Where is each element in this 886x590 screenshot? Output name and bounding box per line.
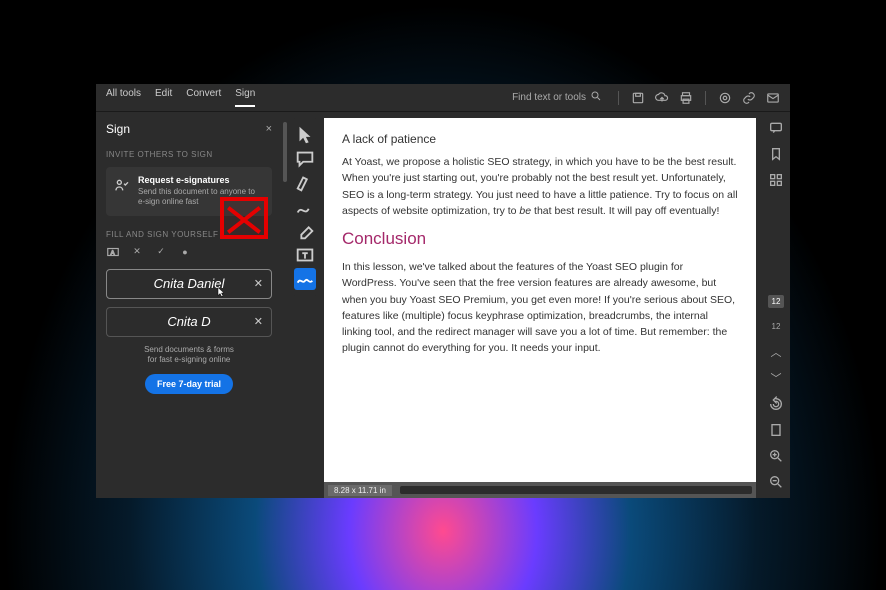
fill-tools: A ✕ ✓ ● bbox=[106, 245, 272, 259]
page-down-icon[interactable]: ﹀ bbox=[768, 370, 784, 386]
red-x-annotation bbox=[220, 197, 268, 239]
signature-item-1[interactable]: Cnita Daniel ✕ bbox=[106, 269, 272, 299]
request-title: Request e-signatures bbox=[138, 175, 264, 185]
erase-tool-icon[interactable] bbox=[294, 220, 316, 242]
invite-label: INVITE OTHERS TO SIGN bbox=[106, 150, 272, 159]
heading-conclusion: Conclusion bbox=[342, 229, 738, 249]
chat-panel-icon[interactable] bbox=[768, 120, 784, 136]
select-tool-icon[interactable] bbox=[294, 124, 316, 146]
fit-page-icon[interactable] bbox=[768, 422, 784, 438]
heading-patience: A lack of patience bbox=[342, 132, 738, 146]
menu-convert[interactable]: Convert bbox=[186, 88, 221, 107]
page-dimensions: 8.28 x 11.71 in bbox=[328, 485, 392, 496]
topbar-icons bbox=[616, 91, 780, 105]
signature-name-1: Cnita Daniel bbox=[154, 276, 225, 291]
comment-tool-icon[interactable] bbox=[294, 148, 316, 170]
main-area: Sign × INVITE OTHERS TO SIGN Request e-s… bbox=[96, 112, 790, 498]
dot-tool-icon[interactable]: ● bbox=[178, 245, 192, 259]
bookmark-panel-icon[interactable] bbox=[768, 146, 784, 162]
paragraph-2: In this lesson, we've talked about the f… bbox=[342, 259, 738, 357]
sidebar-title-text: Sign bbox=[106, 122, 130, 136]
sign-tool-icon[interactable] bbox=[294, 268, 316, 290]
zoom-out-icon[interactable] bbox=[768, 474, 784, 490]
highlight-tool-icon[interactable] bbox=[294, 172, 316, 194]
delete-signature-2[interactable]: ✕ bbox=[254, 315, 263, 328]
textbox-tool-icon[interactable]: A bbox=[106, 245, 120, 259]
document-page[interactable]: A lack of patience At Yoast, we propose … bbox=[324, 118, 756, 482]
cloud-upload-icon[interactable] bbox=[655, 91, 669, 105]
signature-name-2: Cnita D bbox=[167, 314, 210, 329]
search-box[interactable]: Find text or tools bbox=[512, 90, 602, 105]
sidebar-scrollbar[interactable] bbox=[282, 112, 288, 498]
menu-all-tools[interactable]: All tools bbox=[106, 88, 141, 107]
page-total: 12 bbox=[768, 318, 784, 334]
rotate-icon[interactable] bbox=[768, 396, 784, 412]
delete-signature-1[interactable]: ✕ bbox=[254, 277, 263, 290]
page-number-badge[interactable]: 12 bbox=[768, 295, 785, 308]
menu-edit[interactable]: Edit bbox=[155, 88, 172, 107]
status-bar: 8.28 x 11.71 in bbox=[324, 482, 756, 498]
cursor-pointer-icon bbox=[215, 286, 227, 298]
text-tool-icon[interactable] bbox=[294, 244, 316, 266]
main-menu: All tools Edit Convert Sign bbox=[106, 88, 255, 107]
horizontal-scrollbar[interactable] bbox=[400, 486, 752, 494]
search-placeholder: Find text or tools bbox=[512, 92, 586, 103]
x-mark-tool-icon[interactable]: ✕ bbox=[130, 245, 144, 259]
topbar: All tools Edit Convert Sign Find text or… bbox=[96, 84, 790, 112]
thumbnails-panel-icon[interactable] bbox=[768, 172, 784, 188]
print-icon[interactable] bbox=[679, 91, 693, 105]
sidebar-title: Sign × bbox=[106, 122, 272, 136]
draw-tool-icon[interactable] bbox=[294, 196, 316, 218]
sign-sidebar: Sign × INVITE OTHERS TO SIGN Request e-s… bbox=[96, 112, 282, 498]
search-icon bbox=[590, 90, 602, 105]
menu-sign[interactable]: Sign bbox=[235, 88, 255, 107]
page-up-icon[interactable]: ︿ bbox=[768, 344, 784, 360]
checkmark-tool-icon[interactable]: ✓ bbox=[154, 245, 168, 259]
svg-text:A: A bbox=[111, 250, 115, 256]
zoom-in-icon[interactable] bbox=[768, 448, 784, 464]
people-sign-icon bbox=[114, 177, 130, 193]
link-icon[interactable] bbox=[742, 91, 756, 105]
ai-assistant-icon[interactable] bbox=[718, 91, 732, 105]
sidebar-footer-text: Send documents & formsfor fast e-signing… bbox=[106, 345, 272, 366]
signature-item-2[interactable]: Cnita D ✕ bbox=[106, 307, 272, 337]
document-area: A lack of patience At Yoast, we propose … bbox=[318, 112, 762, 498]
mail-icon[interactable] bbox=[766, 91, 780, 105]
right-toolbar: 12 12 ︿ ﹀ bbox=[762, 112, 790, 498]
free-trial-button[interactable]: Free 7-day trial bbox=[145, 374, 233, 394]
close-sidebar-button[interactable]: × bbox=[266, 123, 272, 135]
save-icon[interactable] bbox=[631, 91, 645, 105]
paragraph-1: At Yoast, we propose a holistic SEO stra… bbox=[342, 154, 738, 219]
app-window: All tools Edit Convert Sign Find text or… bbox=[96, 84, 790, 498]
vertical-toolbar bbox=[292, 118, 318, 296]
